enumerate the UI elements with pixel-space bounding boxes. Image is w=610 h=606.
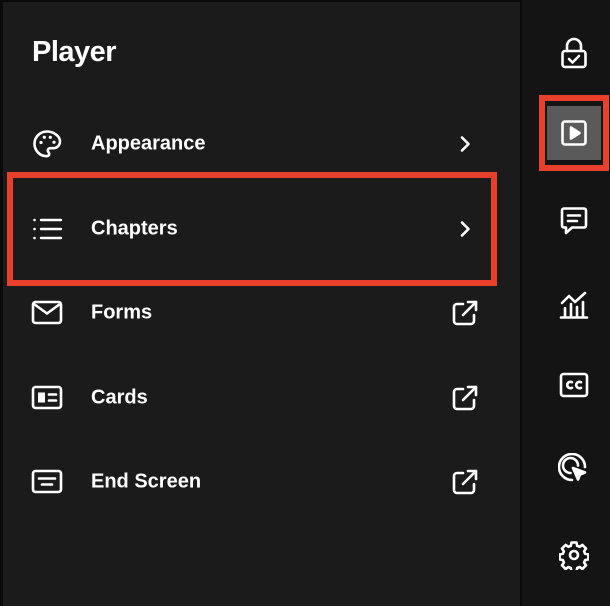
menu-item-label: End Screen bbox=[91, 470, 202, 493]
menu-item-label: Forms bbox=[91, 301, 153, 324]
chevron-right-icon bbox=[450, 214, 480, 244]
rail-button-analytics[interactable] bbox=[547, 278, 601, 332]
analytics-icon bbox=[559, 290, 589, 320]
chevron-right-icon bbox=[450, 129, 480, 159]
play-icon bbox=[560, 119, 588, 147]
menu-item-appearance[interactable]: Appearance bbox=[3, 102, 520, 186]
menu-item-label: Appearance bbox=[91, 132, 206, 155]
palette-icon bbox=[31, 128, 63, 160]
external-link-icon bbox=[450, 467, 480, 497]
envelope-icon bbox=[31, 297, 63, 329]
rail-button-privacy[interactable] bbox=[547, 26, 601, 80]
external-link-icon bbox=[450, 298, 480, 328]
menu-item-cards[interactable]: Cards bbox=[3, 356, 520, 440]
menu-item-label: Chapters bbox=[91, 217, 178, 240]
rail-button-actions[interactable] bbox=[547, 442, 601, 496]
closed-captions-icon bbox=[559, 372, 589, 398]
comment-icon bbox=[559, 206, 589, 236]
rail-button-settings[interactable] bbox=[547, 528, 601, 582]
rail-button-interactivity[interactable] bbox=[547, 194, 601, 248]
panel-title: Player bbox=[32, 36, 117, 68]
click-target-icon bbox=[558, 453, 590, 485]
end-screen-icon bbox=[31, 466, 63, 498]
list-icon bbox=[31, 213, 63, 245]
lock-check-icon bbox=[560, 37, 588, 69]
rail-button-player[interactable] bbox=[547, 106, 601, 160]
menu-item-chapters[interactable]: Chapters bbox=[3, 187, 520, 271]
id-card-icon bbox=[31, 382, 63, 414]
menu-item-label: Cards bbox=[91, 386, 148, 409]
gear-icon bbox=[559, 540, 589, 570]
app-window: Player Appearance Chapters Forms Cards E… bbox=[0, 0, 610, 606]
player-panel: Player Appearance Chapters Forms Cards E… bbox=[3, 2, 520, 606]
menu-item-forms[interactable]: Forms bbox=[3, 271, 520, 355]
external-link-icon bbox=[450, 383, 480, 413]
icon-rail bbox=[520, 0, 610, 606]
rail-button-captions[interactable] bbox=[547, 358, 601, 412]
menu-item-end-screen[interactable]: End Screen bbox=[3, 440, 520, 524]
